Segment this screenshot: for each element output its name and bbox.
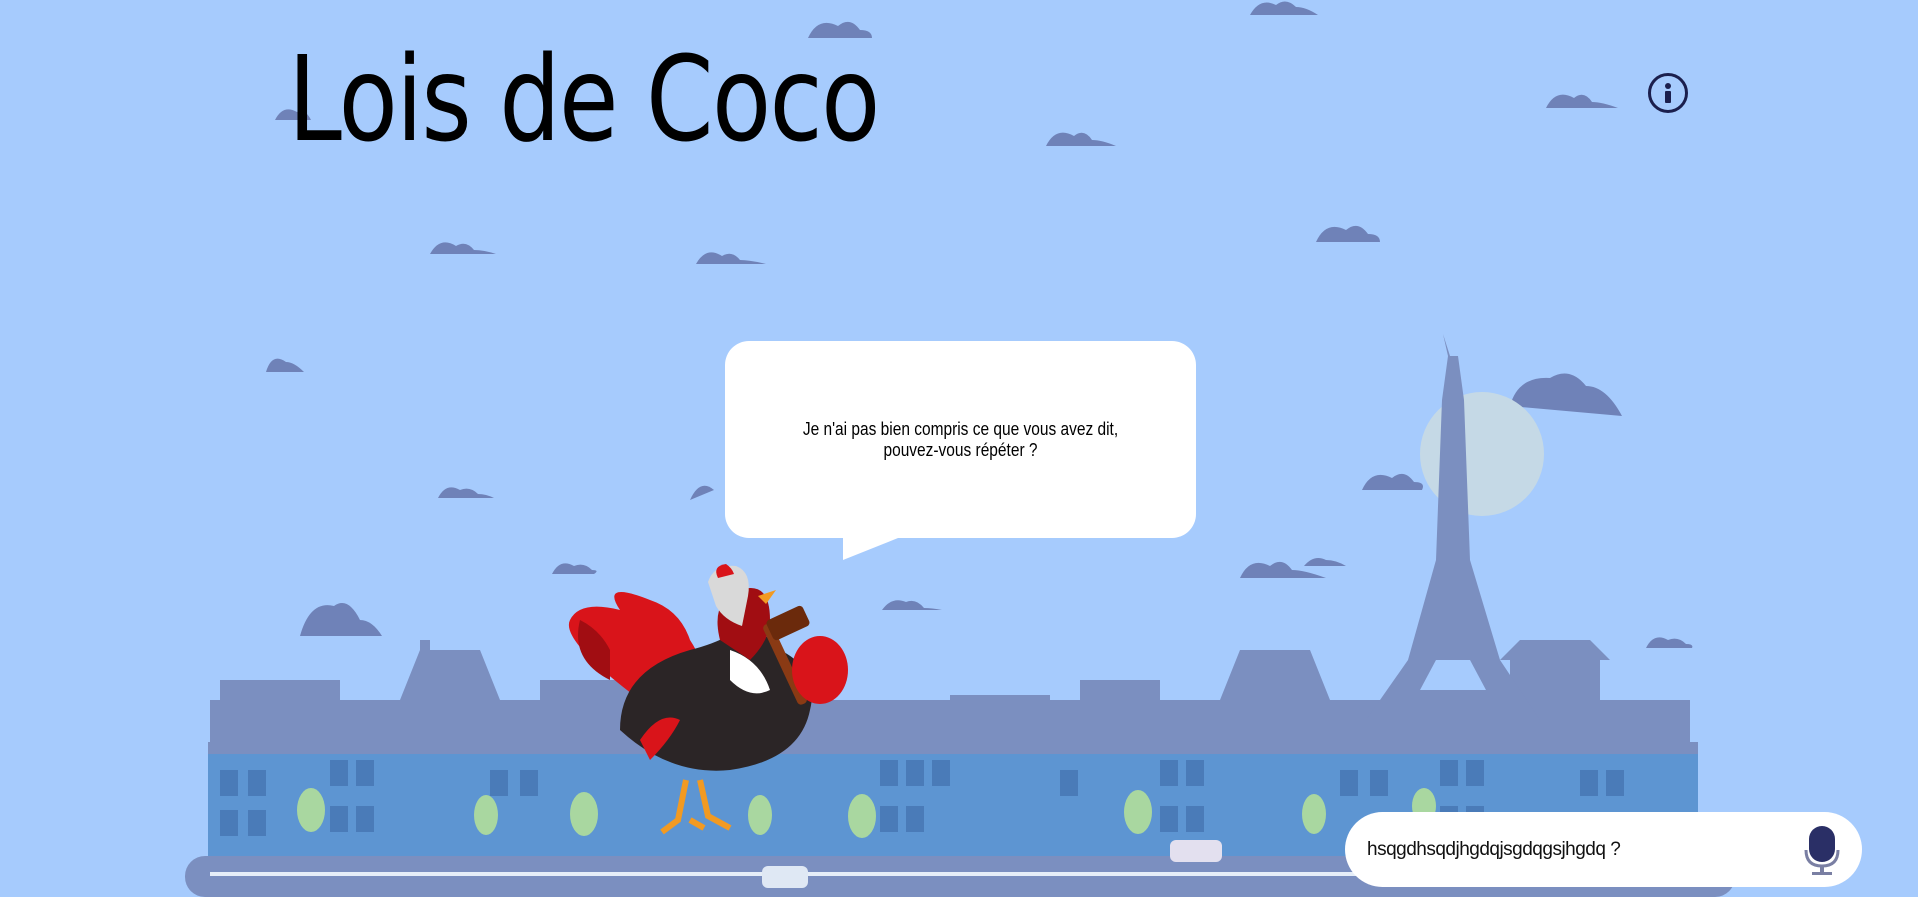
microphone-button[interactable] — [1802, 822, 1842, 878]
bot-message: Je n'ai pas bien compris ce que vous ave… — [802, 418, 1119, 460]
chat-input-bar — [1345, 812, 1862, 887]
info-circle-icon — [1665, 83, 1671, 103]
microphone-icon — [1804, 825, 1840, 875]
speech-bubble: Je n'ai pas bien compris ce que vous ave… — [725, 341, 1196, 538]
chat-input[interactable] — [1365, 837, 1802, 862]
app-title: Lois de Coco — [288, 30, 880, 168]
speech-bubble-tail — [843, 536, 903, 560]
info-button[interactable] — [1648, 73, 1688, 113]
